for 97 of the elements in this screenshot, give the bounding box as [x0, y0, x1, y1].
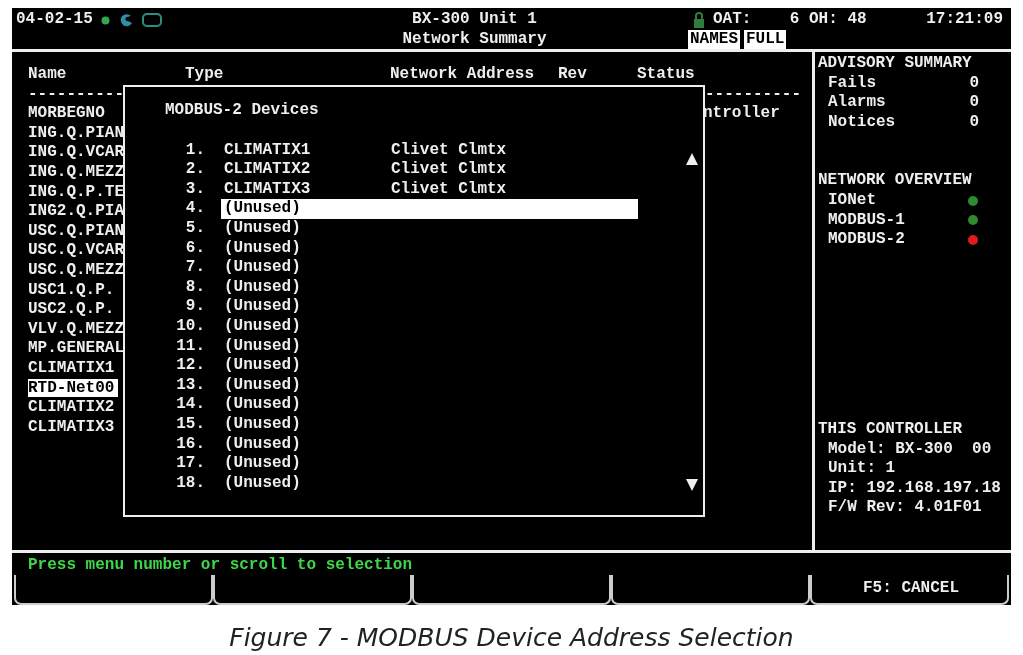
device-name: CLIMATIX3 — [28, 417, 116, 436]
softkey-button[interactable] — [213, 575, 412, 605]
advisory-count: 0 — [969, 93, 979, 113]
device-name: MP.GENERAL — [28, 339, 125, 358]
view-button[interactable]: NAMES — [688, 29, 740, 50]
device-option[interactable]: (Unused) — [221, 414, 638, 435]
date-text: 04-02-15 — [16, 10, 93, 30]
column-header: Network Address — [390, 65, 536, 85]
device-option[interactable]: (Unused) — [221, 238, 638, 259]
device-option[interactable]: (Unused) — [221, 375, 638, 396]
item-number: 4. — [184, 199, 205, 219]
softkey-button[interactable] — [412, 575, 611, 605]
softkey-button[interactable]: F5: CANCEL — [810, 575, 1009, 605]
item-number: 16. — [175, 434, 205, 455]
device-name: ING.Q.MEZZ — [28, 162, 125, 181]
item-number: 17. — [175, 454, 205, 474]
item-number: 2. — [184, 160, 205, 180]
item-number: 1. — [184, 140, 205, 161]
device-name: MORBEGNO — [28, 104, 106, 123]
item-number: 7. — [184, 258, 205, 278]
device-option[interactable]: (Unused) — [221, 316, 638, 337]
device-option[interactable]: (Unused) — [221, 473, 638, 494]
column-header: Type — [185, 65, 225, 85]
view-button[interactable]: FULL — [744, 29, 787, 50]
device-option[interactable]: (Unused) — [221, 218, 638, 239]
controller-info: IP: 192.168.197.18 — [827, 478, 1002, 499]
item-number: 6. — [184, 238, 205, 259]
item-number: 13. — [175, 375, 205, 396]
controller-info: Unit: 1 — [827, 459, 897, 479]
device-name: ING.Q.P.TE — [28, 182, 125, 201]
column-header: Name — [28, 65, 68, 85]
item-number: 5. — [184, 218, 205, 239]
separator-line: ---------- — [28, 84, 125, 105]
device-name: CLIMATIX2 — [28, 398, 116, 417]
figure-caption: Figure 7 - MODBUS Device Address Selection — [228, 622, 795, 654]
item-number: 3. — [184, 179, 205, 200]
clock-time: 17:21:09 — [926, 10, 1003, 30]
section-heading: ADVISORY SUMMARY — [818, 54, 973, 74]
device-option[interactable]: CLIMATIX1 Clivet Clmtx — [221, 140, 638, 161]
softkey-button[interactable] — [611, 575, 810, 605]
network-label: IONet — [828, 190, 876, 211]
screen-title: BX-300 Unit 1 — [412, 10, 537, 30]
column-header: Rev — [558, 65, 588, 85]
device-name: USC.Q.VCAR — [28, 241, 125, 260]
device-option[interactable]: (Unused) — [221, 199, 638, 219]
column-header: Status — [637, 65, 696, 85]
item-number: 18. — [175, 473, 205, 494]
device-option[interactable]: (Unused) — [221, 395, 638, 415]
screen-subtitle: Network Summary — [402, 29, 547, 50]
device-option[interactable]: (Unused) — [221, 277, 638, 298]
device-name: RTD-Net00 — [28, 378, 119, 397]
display-icon — [141, 12, 162, 28]
status-text: ntroller — [703, 104, 780, 124]
device-name: ING.Q.PIAN — [28, 123, 125, 142]
oat-reading: OAT: 6 OH: 48 — [713, 10, 867, 30]
advisory-label: Alarms — [828, 93, 886, 113]
item-number: 9. — [184, 297, 205, 317]
device-option[interactable]: (Unused) — [221, 297, 638, 317]
dialog-title: MODBUS-2 Devices — [164, 100, 319, 121]
separator-line: ---------- — [705, 84, 801, 105]
advisory-count: 0 — [969, 112, 979, 133]
device-name: ING2.Q.PIA — [28, 202, 125, 221]
device-option[interactable]: (Unused) — [221, 356, 638, 376]
section-heading: NETWORK OVERVIEW — [818, 171, 973, 191]
device-option[interactable]: (Unused) — [221, 258, 638, 278]
advisory-label: Notices — [828, 112, 896, 133]
device-name: USC2.Q.P. — [28, 300, 116, 319]
item-number: 12. — [175, 356, 205, 376]
scroll-down-icon[interactable] — [686, 479, 698, 491]
network-label: MODBUS-2 — [828, 230, 905, 250]
scroll-up-icon[interactable] — [686, 153, 698, 165]
controller-info: F/W Rev: 4.01F01 — [827, 498, 983, 518]
device-option[interactable]: CLIMATIX2 Clivet Clmtx — [221, 160, 638, 180]
device-name: USC.Q.MEZZ — [28, 260, 125, 279]
status-dot-icon — [100, 16, 110, 25]
item-number: 10. — [175, 316, 205, 337]
device-name: USC.Q.PIAN — [28, 221, 125, 240]
device-option[interactable]: (Unused) — [221, 434, 638, 455]
network-label: MODBUS-1 — [828, 210, 905, 231]
lock-icon — [693, 12, 705, 28]
device-name: USC1.Q.P. — [28, 280, 116, 299]
controller-info: Model: BX-300 00 — [827, 439, 993, 460]
item-number: 8. — [184, 277, 205, 298]
softkey-button[interactable] — [14, 575, 213, 605]
section-heading: THIS CONTROLLER — [818, 420, 964, 440]
device-name: ING.Q.VCAR — [28, 143, 125, 162]
advisory-label: Fails — [828, 73, 876, 94]
device-name: CLIMATIX1 — [28, 358, 116, 377]
device-name: VLV.Q.MEZZ — [28, 319, 125, 338]
device-option[interactable]: (Unused) — [221, 454, 638, 474]
item-number: 15. — [175, 414, 205, 435]
item-number: 14. — [175, 395, 205, 415]
device-option[interactable]: (Unused) — [221, 336, 638, 357]
device-option[interactable]: CLIMATIX3 Clivet Clmtx — [221, 179, 638, 200]
item-number: 11. — [175, 336, 205, 357]
advisory-count: 0 — [969, 73, 979, 94]
status-message: Press menu number or scroll to selection — [27, 555, 414, 575]
